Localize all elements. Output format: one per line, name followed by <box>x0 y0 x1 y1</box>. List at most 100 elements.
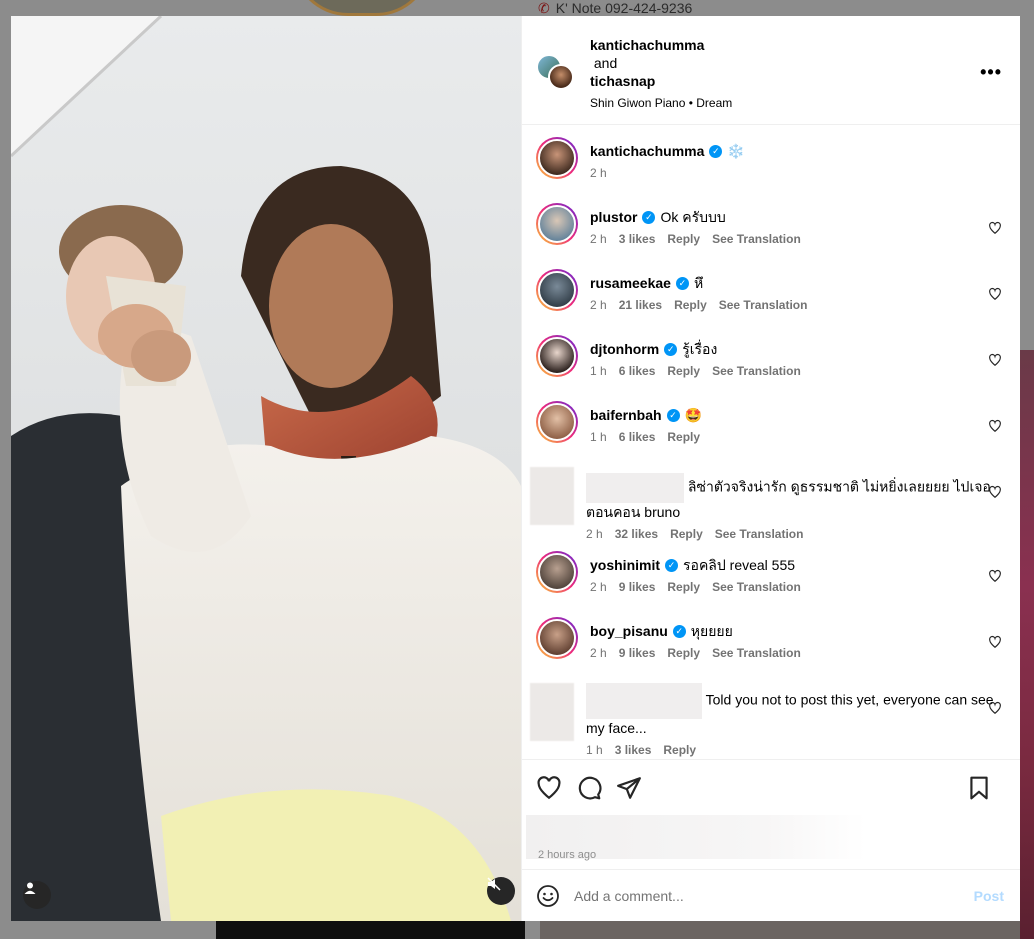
see-translation-button[interactable]: See Translation <box>712 580 801 594</box>
like-heart-icon[interactable] <box>988 353 1002 367</box>
post-panel: kantichachumma and tichasnap Shin Giwon … <box>521 16 1020 921</box>
avatar[interactable] <box>536 401 578 443</box>
bookmark-icon[interactable] <box>966 775 992 801</box>
comment-username[interactable]: boy_pisanu <box>590 622 668 640</box>
comment-input[interactable] <box>574 887 974 904</box>
reply-button[interactable]: Reply <box>667 364 700 378</box>
comment-text: Ok ครับบบ <box>660 209 726 225</box>
avatar[interactable] <box>536 335 578 377</box>
see-translation-button[interactable]: See Translation <box>712 232 801 246</box>
avatar[interactable] <box>536 137 578 179</box>
post-modal: kantichachumma and tichasnap Shin Giwon … <box>11 16 1020 921</box>
comment-likes[interactable]: 6 likes <box>619 430 656 444</box>
comment-username[interactable]: plustor <box>590 208 637 226</box>
author-username[interactable]: kantichachumma <box>590 36 732 54</box>
comment-item: plustor ✓ Ok ครับบบ 2 h 3 likes Reply Se… <box>536 203 1006 269</box>
see-translation-button[interactable]: See Translation <box>712 646 801 660</box>
avatar[interactable] <box>536 203 578 245</box>
comment-time: 1 h <box>590 430 607 444</box>
music-label[interactable]: Shin Giwon Piano • Dream <box>590 94 732 112</box>
caption-username[interactable]: kantichachumma <box>590 142 704 160</box>
comment-time: 1 h <box>586 743 603 757</box>
post-time: 2 hours ago <box>538 849 597 861</box>
comment-likes[interactable]: 9 likes <box>619 580 656 594</box>
like-heart-icon[interactable] <box>988 419 1002 433</box>
add-comment-bar: Post <box>522 869 1020 921</box>
background-contact-text: K' Note 092-424-9236 <box>555 0 693 16</box>
comment-text: รอคลิป reveal 555 <box>683 557 796 573</box>
see-translation-button[interactable]: See Translation <box>715 527 804 541</box>
comment-username[interactable]: rusameekae <box>590 274 671 292</box>
comment-item: boy_pisanu ✓ หุยยยย 2 h 9 likes Reply Se… <box>536 617 1006 683</box>
phone-icon: ✆ <box>538 0 550 16</box>
more-options-button[interactable]: ••• <box>980 62 1002 83</box>
comment-text: รู้เรื่อง <box>682 341 718 357</box>
like-heart-icon[interactable] <box>988 485 1002 499</box>
likes-summary: 2 hours ago <box>522 815 1020 861</box>
like-heart-icon[interactable] <box>988 221 1002 235</box>
collaborator-username[interactable]: tichasnap <box>590 72 732 90</box>
caption: kantichachumma ✓ ❄️ 2 h <box>536 137 1006 203</box>
mute-button[interactable] <box>487 877 515 905</box>
post-photo <box>11 16 521 921</box>
speaker-muted-icon <box>487 877 501 891</box>
caption-text: ❄️ <box>727 143 745 159</box>
verified-badge-icon: ✓ <box>709 144 723 158</box>
comment-time: 2 h <box>590 232 607 246</box>
comment-username[interactable]: yoshinimit <box>590 556 660 574</box>
user-icon <box>24 882 36 894</box>
collab-avatars[interactable] <box>536 54 576 94</box>
verified-badge-icon: ✓ <box>664 342 678 356</box>
see-translation-button[interactable]: See Translation <box>712 364 801 378</box>
comment-likes[interactable]: 3 likes <box>619 232 656 246</box>
comment-username[interactable]: djtonhorm <box>590 340 659 358</box>
emoji-icon[interactable] <box>536 884 560 908</box>
tagged-users-button[interactable] <box>23 881 51 909</box>
like-heart-icon[interactable] <box>988 569 1002 583</box>
reply-button[interactable]: Reply <box>663 743 696 757</box>
redacted-avatar <box>530 467 574 525</box>
comment-text: 🤩 <box>684 407 703 423</box>
background-bottom-image-2 <box>540 921 1020 939</box>
comment-time: 2 h <box>586 527 603 541</box>
comment-bubble-icon[interactable] <box>576 775 602 801</box>
comment-username[interactable]: baifernbah <box>590 406 662 424</box>
header-text: kantichachumma and tichasnap Shin Giwon … <box>590 36 732 112</box>
avatar <box>548 64 574 90</box>
comment-likes[interactable]: 21 likes <box>619 298 662 312</box>
avatar[interactable] <box>536 617 578 659</box>
comment-likes[interactable]: 32 likes <box>615 527 658 541</box>
comment-text: หุยยยย <box>690 623 733 639</box>
see-translation-button[interactable]: See Translation <box>719 298 808 312</box>
like-heart-icon[interactable] <box>988 635 1002 649</box>
reply-button[interactable]: Reply <box>667 430 700 444</box>
verified-badge-icon: ✓ <box>666 408 680 422</box>
comment-likes[interactable]: 9 likes <box>619 646 656 660</box>
reply-button[interactable]: Reply <box>670 527 703 541</box>
comment-likes[interactable]: 6 likes <box>619 364 656 378</box>
caption-time: 2 h <box>590 166 607 180</box>
post-media[interactable] <box>11 16 521 921</box>
like-heart-icon[interactable] <box>988 287 1002 301</box>
redacted-username <box>586 683 702 719</box>
redacted-username <box>586 473 684 503</box>
comment-item: Told you not to post this yet, everyone … <box>530 683 1006 759</box>
reply-button[interactable]: Reply <box>667 646 700 660</box>
comment-likes[interactable]: 3 likes <box>615 743 652 757</box>
redacted-avatar <box>530 683 574 741</box>
like-heart-icon[interactable] <box>988 701 1002 715</box>
verified-badge-icon: ✓ <box>675 276 689 290</box>
comment-time: 1 h <box>590 364 607 378</box>
reply-button[interactable]: Reply <box>667 580 700 594</box>
like-heart-icon[interactable] <box>536 775 562 801</box>
comments-list[interactable]: kantichachumma ✓ ❄️ 2 h plustor ✓ Ok ครั… <box>522 125 1020 759</box>
comment-time: 2 h <box>590 580 607 594</box>
post-comment-button[interactable]: Post <box>974 888 1004 904</box>
post-header: kantichachumma and tichasnap Shin Giwon … <box>522 16 1020 125</box>
reply-button[interactable]: Reply <box>667 232 700 246</box>
avatar[interactable] <box>536 269 578 311</box>
share-send-icon[interactable] <box>616 775 642 801</box>
verified-badge-icon: ✓ <box>672 624 686 638</box>
reply-button[interactable]: Reply <box>674 298 707 312</box>
avatar[interactable] <box>536 551 578 593</box>
